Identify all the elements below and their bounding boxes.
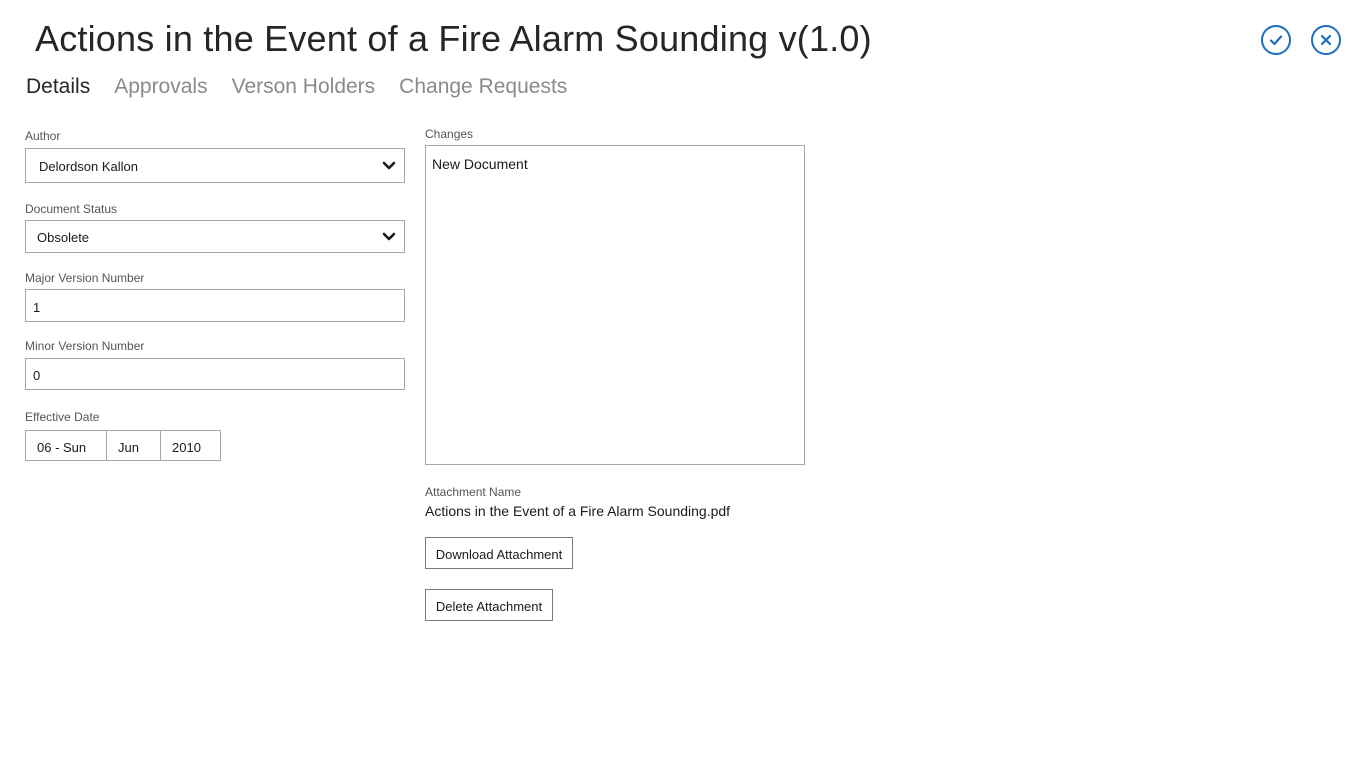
tab-change-requests[interactable]: Change Requests [399,75,567,99]
cancel-button[interactable] [1311,25,1341,55]
attachment-name-label: Attachment Name [425,485,522,499]
accept-button[interactable] [1261,25,1291,55]
effective-date-day[interactable]: 06 - Sun [25,430,107,461]
document-details-page: Actions in the Event of a Fire Alarm Sou… [0,0,1366,768]
attachment-name: Actions in the Event of a Fire Alarm Sou… [425,503,731,519]
document-status-value: Obsolete [37,230,90,245]
tab-approvals[interactable]: Approvals [114,75,207,99]
download-attachment-button[interactable]: Download Attachment [425,537,573,569]
author-select[interactable]: Delordson Kallon [25,148,405,183]
page-title: Actions in the Event of a Fire Alarm Sou… [35,18,872,59]
effective-date-year[interactable]: 2010 [160,430,221,461]
minor-version-label: Minor Version Number [25,339,145,353]
close-icon [1320,34,1332,46]
author-label: Author [25,129,61,143]
changes-label: Changes [425,127,474,141]
tab-verson-holders[interactable]: Verson Holders [232,75,376,99]
chevron-down-icon [382,161,396,169]
effective-date-month[interactable]: Jun [106,430,161,461]
document-status-select[interactable]: Obsolete [25,220,405,253]
major-version-input[interactable]: 1 [25,289,405,322]
minor-version-input[interactable]: 0 [25,358,405,390]
tab-details[interactable]: Details [26,75,90,99]
author-value: Delordson Kallon [39,159,139,174]
effective-date-label: Effective Date [25,410,100,424]
major-version-label: Major Version Number [25,271,145,285]
check-icon [1269,35,1283,46]
tab-bar: Details Approvals Verson Holders Change … [26,75,567,99]
chevron-down-icon [382,232,396,240]
document-status-label: Document Status [25,202,118,216]
changes-textarea[interactable]: New Document [425,145,805,465]
delete-attachment-button[interactable]: Delete Attachment [425,589,553,621]
